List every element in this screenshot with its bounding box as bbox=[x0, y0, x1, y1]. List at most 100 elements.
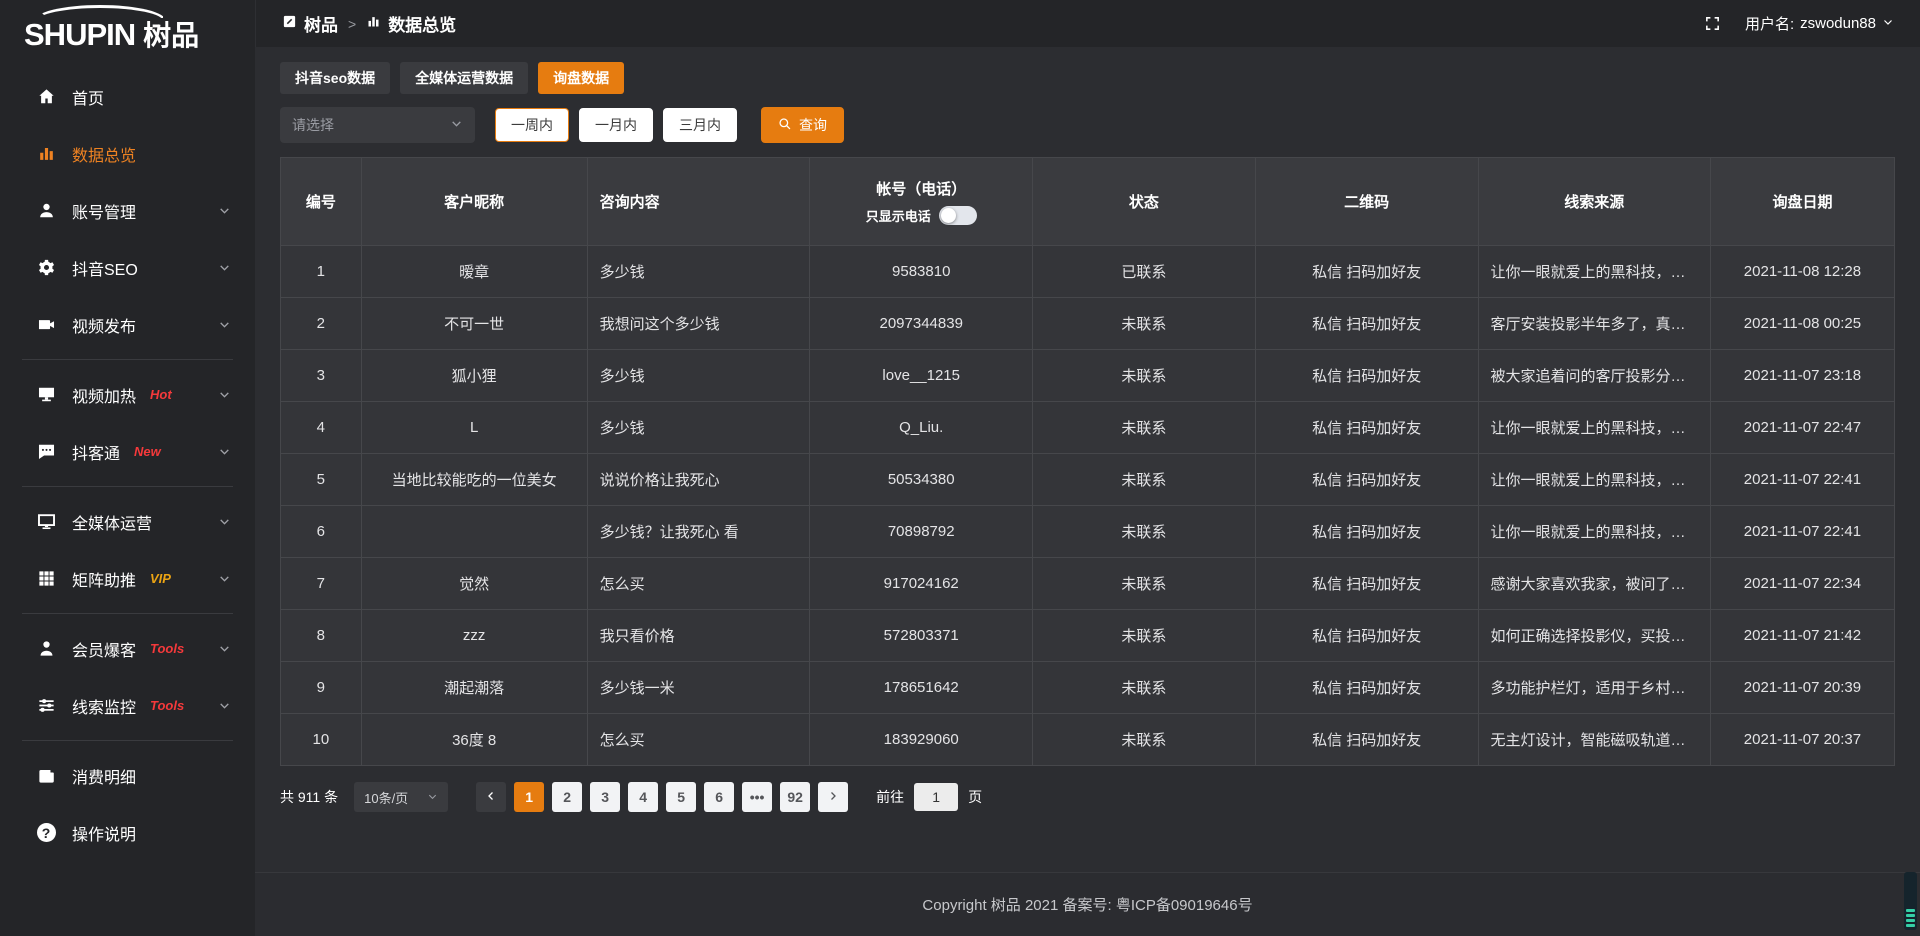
page-button[interactable]: 3 bbox=[590, 782, 620, 812]
select-placeholder: 请选择 bbox=[292, 115, 334, 135]
cell-source-link[interactable]: 让你一眼就爱上的黑科技，能... bbox=[1478, 402, 1710, 454]
sidebar-item-member-burst[interactable]: 会员爆客 Tools bbox=[0, 620, 255, 677]
chevron-right-icon bbox=[827, 790, 839, 805]
inquiry-table: 编号 客户昵称 咨询内容 帐号（电话） 只显示电话 状态 二维码 线索来源 bbox=[280, 157, 1895, 766]
sidebar-item-operation-guide[interactable]: ? 操作说明 bbox=[0, 804, 255, 861]
cell-id: 10 bbox=[281, 714, 362, 766]
tools-badge: Tools bbox=[150, 698, 184, 713]
sidebar-item-lead-monitor[interactable]: 线索监控 Tools bbox=[0, 677, 255, 734]
cell-nickname: zzz bbox=[361, 610, 587, 662]
cell-content: 多少钱 bbox=[587, 246, 810, 298]
cell-status: 未联系 bbox=[1033, 714, 1256, 766]
cell-source-link[interactable]: 让你一眼就爱上的黑科技，能... bbox=[1478, 506, 1710, 558]
cell-qrcode-links[interactable]: 私信 扫码加好友 bbox=[1255, 506, 1478, 558]
sidebar-item-doukettong[interactable]: 抖客通 New bbox=[0, 423, 255, 480]
table-row: 10 36度 8 怎么买 183929060 未联系 私信 扫码加好友 无主灯设… bbox=[281, 714, 1895, 766]
cell-source-link[interactable]: 被大家追着问的客厅投影分享... bbox=[1478, 350, 1710, 402]
cell-status: 未联系 bbox=[1033, 298, 1256, 350]
cell-qrcode-links[interactable]: 私信 扫码加好友 bbox=[1255, 714, 1478, 766]
cell-source-link[interactable]: 无主灯设计，智能磁吸轨道灯... bbox=[1478, 714, 1710, 766]
cell-source-link[interactable]: 客厅安装投影半年多了，真实... bbox=[1478, 298, 1710, 350]
cell-account: 178651642 bbox=[810, 662, 1033, 714]
page-button[interactable]: 1 bbox=[514, 782, 544, 812]
phone-only-toggle[interactable] bbox=[939, 206, 977, 225]
cell-source-link[interactable]: 感谢大家喜欢我家，被问了好... bbox=[1478, 558, 1710, 610]
widget-bar bbox=[1906, 909, 1915, 912]
query-button[interactable]: 查询 bbox=[761, 107, 844, 143]
cell-status: 未联系 bbox=[1033, 454, 1256, 506]
pagination-total: 共 911 条 bbox=[280, 787, 338, 807]
page-button[interactable]: 4 bbox=[628, 782, 658, 812]
display-icon bbox=[36, 512, 56, 532]
table-row: 1 暧章 多少钱 9583810 已联系 私信 扫码加好友 让你一眼就爱上的黑科… bbox=[281, 246, 1895, 298]
cell-source-link[interactable]: 如何正确选择投影仪，买投影... bbox=[1478, 610, 1710, 662]
sidebar-item-media-operation[interactable]: 全媒体运营 bbox=[0, 493, 255, 550]
cell-content: 怎么买 bbox=[587, 714, 810, 766]
page-size-select[interactable]: 10条/页 bbox=[354, 782, 448, 812]
sidebar-item-video-publish[interactable]: 视频发布 bbox=[0, 296, 255, 353]
sidebar-item-label: 数据总览 bbox=[72, 142, 136, 166]
page-button[interactable]: ••• bbox=[742, 782, 772, 812]
breadcrumb-root[interactable]: 树品 bbox=[282, 11, 338, 36]
next-page-button[interactable] bbox=[818, 782, 848, 812]
cell-qrcode-links[interactable]: 私信 扫码加好友 bbox=[1255, 298, 1478, 350]
cell-qrcode-links[interactable]: 私信 扫码加好友 bbox=[1255, 610, 1478, 662]
cell-nickname: 当地比较能吃的一位美女 bbox=[361, 454, 587, 506]
cell-nickname: 觉然 bbox=[361, 558, 587, 610]
cell-qrcode-links[interactable]: 私信 扫码加好友 bbox=[1255, 402, 1478, 454]
sidebar-item-account-management[interactable]: 账号管理 bbox=[0, 182, 255, 239]
cell-nickname: 暧章 bbox=[361, 246, 587, 298]
page-button[interactable]: 6 bbox=[704, 782, 734, 812]
page-button[interactable]: 92 bbox=[780, 782, 810, 812]
cell-status: 已联系 bbox=[1033, 246, 1256, 298]
sidebar-item-video-heating[interactable]: 视频加热 Hot bbox=[0, 366, 255, 423]
cell-qrcode-links[interactable]: 私信 扫码加好友 bbox=[1255, 246, 1478, 298]
table-header-row: 编号 客户昵称 咨询内容 帐号（电话） 只显示电话 状态 二维码 线索来源 bbox=[281, 158, 1895, 246]
toggle-knob bbox=[941, 208, 956, 223]
tab-media-ops[interactable]: 全媒体运营数据 bbox=[400, 62, 528, 94]
cell-account: 572803371 bbox=[810, 610, 1033, 662]
chevron-down-icon bbox=[218, 515, 231, 528]
tab-inquiry-data[interactable]: 询盘数据 bbox=[538, 62, 624, 94]
col-header-qrcode: 二维码 bbox=[1255, 158, 1478, 246]
sidebar-item-home[interactable]: 首页 bbox=[0, 68, 255, 125]
sidebar-item-label: 矩阵助推 bbox=[72, 567, 136, 591]
browser-extension-widget[interactable] bbox=[1904, 872, 1917, 930]
cell-qrcode-links[interactable]: 私信 扫码加好友 bbox=[1255, 454, 1478, 506]
chevron-down-icon bbox=[450, 117, 463, 133]
tab-douyin-seo[interactable]: 抖音seo数据 bbox=[280, 62, 390, 94]
cell-source-link[interactable]: 多功能护栏灯，适用于乡村文... bbox=[1478, 662, 1710, 714]
user-icon bbox=[36, 201, 56, 221]
goto-page-input[interactable] bbox=[914, 783, 958, 811]
fullscreen-button[interactable] bbox=[1704, 15, 1721, 32]
tools-badge: Tools bbox=[150, 641, 184, 656]
range-week-button[interactable]: 一周内 bbox=[495, 108, 569, 142]
cell-date: 2021-11-07 23:18 bbox=[1710, 350, 1894, 402]
account-select[interactable]: 请选择 bbox=[280, 107, 475, 143]
cell-account: Q_Liu. bbox=[810, 402, 1033, 454]
cell-source-link[interactable]: 让你一眼就爱上的黑科技，能... bbox=[1478, 454, 1710, 506]
cell-qrcode-links[interactable]: 私信 扫码加好友 bbox=[1255, 662, 1478, 714]
range-month-button[interactable]: 一月内 bbox=[579, 108, 653, 142]
col-header-id: 编号 bbox=[281, 158, 362, 246]
cell-source-link[interactable]: 让你一眼就爱上的黑科技，能... bbox=[1478, 246, 1710, 298]
cell-id: 6 bbox=[281, 506, 362, 558]
range-quarter-button[interactable]: 三月内 bbox=[663, 108, 737, 142]
user-dropdown[interactable]: 用户名: zswodun88 bbox=[1745, 13, 1894, 34]
sidebar-item-matrix-boost[interactable]: 矩阵助推 VIP bbox=[0, 550, 255, 607]
cell-id: 2 bbox=[281, 298, 362, 350]
col-header-account: 帐号（电话） 只显示电话 bbox=[810, 158, 1033, 246]
search-icon bbox=[778, 117, 792, 134]
sidebar-item-data-overview[interactable]: 数据总览 bbox=[0, 125, 255, 182]
sidebar-menu: 首页 数据总览 账号管理 抖音SEO 视频发布 bbox=[0, 56, 255, 936]
sidebar-item-consumption-detail[interactable]: 消费明细 bbox=[0, 747, 255, 804]
cell-qrcode-links[interactable]: 私信 扫码加好友 bbox=[1255, 558, 1478, 610]
table-row: 5 当地比较能吃的一位美女 说说价格让我死心 50534380 未联系 私信 扫… bbox=[281, 454, 1895, 506]
prev-page-button[interactable] bbox=[476, 782, 506, 812]
sidebar-item-douyin-seo[interactable]: 抖音SEO bbox=[0, 239, 255, 296]
cell-qrcode-links[interactable]: 私信 扫码加好友 bbox=[1255, 350, 1478, 402]
page-button[interactable]: 5 bbox=[666, 782, 696, 812]
table-row: 2 不可一世 我想问这个多少钱 2097344839 未联系 私信 扫码加好友 … bbox=[281, 298, 1895, 350]
cell-status: 未联系 bbox=[1033, 610, 1256, 662]
page-button[interactable]: 2 bbox=[552, 782, 582, 812]
